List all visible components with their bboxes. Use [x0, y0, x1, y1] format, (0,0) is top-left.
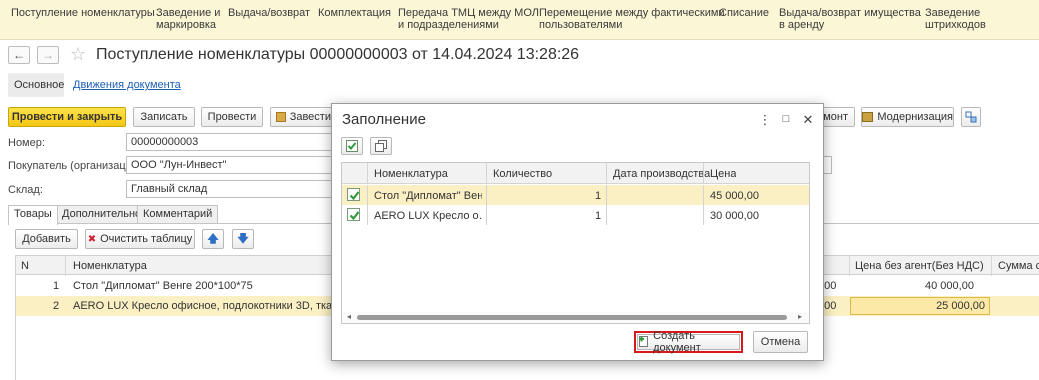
row-item: AERO LUX Кресло офисное, подлокотники 3D… [73, 300, 373, 312]
row-price: 45 000,00 [710, 190, 759, 202]
nav-item-receipt[interactable]: Поступление номенклатуры [11, 7, 155, 19]
row-price: 30 000,00 [710, 210, 759, 222]
col-qty[interactable]: Количество [493, 168, 552, 180]
col-price[interactable]: Цена [710, 168, 736, 180]
post-button[interactable]: Провести [201, 107, 263, 127]
row-number: 2 [53, 300, 60, 312]
create-document-button[interactable]: Создать документ [637, 330, 740, 354]
create-document-label: Создать документ [653, 330, 701, 354]
buyer-field-tail [823, 156, 832, 174]
scroll-right-icon[interactable]: ▸ [798, 312, 802, 321]
copy-icon [375, 140, 387, 152]
nav-item-transfer-mol[interactable]: Передача ТМЦ между МОЛ и подразделениями [398, 7, 539, 31]
nav-item-registration[interactable]: Заведение и маркировка [156, 7, 220, 31]
nav-item-assembly[interactable]: Комплектация [318, 7, 391, 19]
checkmark-icon [349, 191, 360, 201]
register-label: Завести [289, 111, 331, 123]
create-document-icon [639, 336, 648, 347]
clear-icon: ✖ [87, 233, 97, 245]
top-navigation: Поступление номенклатуры Заведение и мар… [0, 0, 1039, 40]
save-button[interactable]: Записать [133, 107, 195, 127]
cancel-button[interactable]: Отмена [753, 331, 808, 353]
row-item: Стол "Дипломат" Вен… [374, 190, 482, 202]
scroll-left-icon[interactable]: ◂ [347, 312, 351, 321]
structure-button[interactable] [961, 107, 981, 127]
check-all-button[interactable] [341, 137, 363, 155]
close-icon[interactable]: ✕ [801, 112, 815, 128]
fill-grid-header: Номенклатура Количество Дата производств… [342, 163, 809, 184]
scrollbar-thumb[interactable] [357, 315, 787, 320]
post-and-close-button[interactable]: Провести и закрыть [8, 107, 126, 127]
back-button[interactable]: ← [8, 46, 30, 64]
col-sum[interactable]: Сумма с а [998, 260, 1039, 272]
arrow-right-icon: → [42, 48, 54, 62]
move-up-button[interactable]: 🡅 [202, 229, 224, 249]
nav-item-writeoff[interactable]: Списание [719, 7, 769, 19]
create-document-highlight: Создать документ [634, 330, 743, 354]
register-icon [276, 112, 286, 122]
tab-additional[interactable]: Дополнительно [56, 205, 148, 223]
list-item[interactable]: Стол "Дипломат" Вен… 1 45 000,00 [342, 185, 809, 205]
selected-price-cell[interactable]: 25 000,00 [850, 297, 990, 315]
dialog-title: Заполнение [342, 111, 426, 128]
tab-document-movements[interactable]: Движения документа [73, 79, 181, 91]
row-item: Стол "Дипломат" Венге 200*100*75 [73, 280, 253, 292]
row-number: 1 [53, 280, 60, 292]
row-qty: 1 [595, 190, 602, 202]
warehouse-label: Склад: [8, 184, 43, 196]
fill-grid: Номенклатура Количество Дата производств… [341, 162, 810, 324]
clear-table-label: Очистить таблицу [100, 233, 193, 245]
tab-comment[interactable]: Комментарий [137, 205, 219, 223]
row-checkbox[interactable] [347, 188, 360, 201]
modernization-button[interactable]: Модернизация [861, 107, 954, 127]
col-n[interactable]: N [21, 260, 29, 272]
register-button[interactable]: Завести [270, 107, 332, 127]
maximize-icon[interactable]: □ [779, 113, 793, 125]
list-item[interactable]: AERO LUX Кресло о… 1 30 000,00 [342, 205, 809, 225]
row-qty: 1 [595, 210, 602, 222]
table-left-border [15, 255, 16, 380]
modernization-icon [862, 112, 874, 122]
arrow-left-icon: ← [13, 48, 25, 62]
forward-button[interactable]: → [37, 46, 59, 64]
page-title: Поступление номенклатуры 00000000003 от … [96, 46, 580, 63]
nav-item-issue-return[interactable]: Выдача/возврат [228, 7, 310, 19]
modernization-label: Модернизация [877, 111, 953, 123]
add-row-button[interactable]: Добавить [15, 229, 78, 249]
col-item[interactable]: Номенклатура [73, 260, 147, 272]
check-all-icon [346, 140, 358, 152]
col-production-date[interactable]: Дата производства [613, 168, 710, 180]
copy-button[interactable] [370, 137, 392, 155]
tab-main[interactable]: Основное [8, 73, 64, 97]
arrow-down-icon: 🡇 [237, 232, 249, 245]
row-price-no-agent: 40 000,00 [925, 280, 974, 292]
row-checkbox[interactable] [347, 208, 360, 221]
nav-item-rent[interactable]: Выдача/возврат имущества в аренду [779, 7, 921, 31]
col-item[interactable]: Номенклатура [374, 168, 448, 180]
nav-item-barcodes[interactable]: Заведение штрихкодов [925, 7, 1039, 31]
structure-icon [965, 111, 977, 123]
buyer-label: Покупатель (организация): [8, 160, 145, 172]
horizontal-scrollbar[interactable]: ◂ ▸ [342, 312, 809, 323]
fill-dialog: Заполнение ⋮ □ ✕ Номенклатура Количество… [331, 103, 824, 361]
row-item: AERO LUX Кресло о… [374, 210, 482, 222]
clear-table-button[interactable]: ✖ Очистить таблицу [85, 229, 195, 249]
number-label: Номер: [8, 137, 45, 149]
arrow-up-icon: 🡅 [207, 232, 219, 245]
more-vertical-icon[interactable]: ⋮ [758, 112, 772, 128]
favorite-star-icon[interactable]: ☆ [70, 44, 86, 65]
buyer-field[interactable]: ООО "Лун-Инвест" [126, 156, 332, 174]
checkmark-icon [349, 211, 360, 221]
number-field[interactable]: 00000000003 [126, 133, 332, 151]
warehouse-field[interactable]: Главный склад [126, 180, 332, 198]
tab-goods[interactable]: Товары [8, 205, 58, 225]
col-price-no-agent[interactable]: Цена без агент(Без НДС) [855, 260, 984, 272]
move-down-button[interactable]: 🡇 [232, 229, 254, 249]
nav-item-move-users[interactable]: Перемещение между фактическими пользоват… [539, 7, 725, 31]
